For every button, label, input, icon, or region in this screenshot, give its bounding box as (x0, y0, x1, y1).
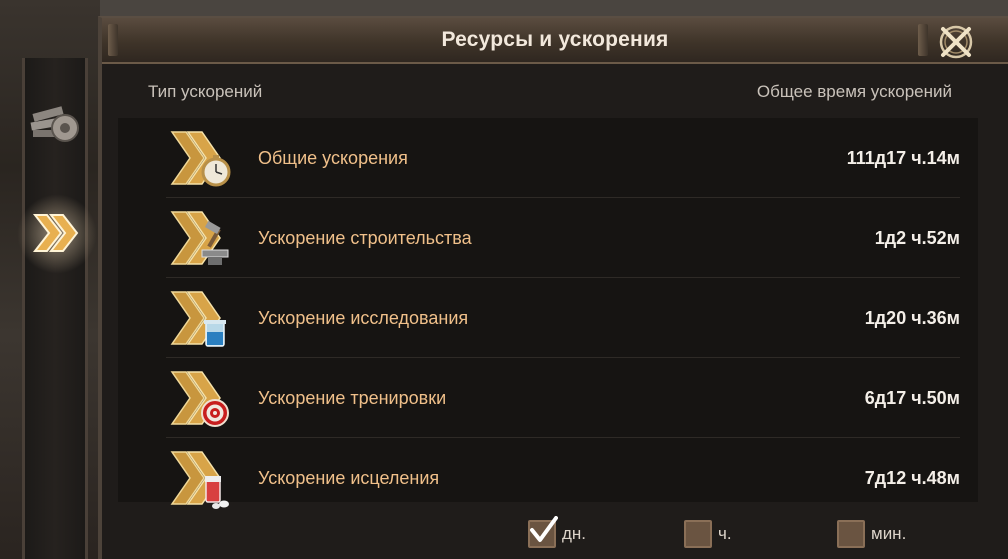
checkbox-box[interactable] (837, 520, 865, 548)
checkbox-box[interactable] (684, 520, 712, 548)
checkbox-box[interactable] (528, 516, 558, 548)
side-tab-resources[interactable] (25, 88, 85, 158)
list-item-label: Ускорение исследования (258, 308, 469, 328)
filter-hours-checkbox[interactable]: ч. (684, 518, 732, 550)
target-icon (170, 371, 229, 427)
filter-label: дн. (562, 524, 587, 543)
filter-minutes-checkbox[interactable]: мин. (837, 518, 906, 550)
checkmark-icon (530, 516, 558, 542)
list-item-value: 111д17 ч.14м (846, 147, 960, 168)
list-item-value: 1д20 ч.36м (864, 307, 960, 328)
filter-label: ч. (718, 524, 732, 543)
time-unit-filters: дн. ч. мин. (102, 516, 1008, 556)
list-item-label: Ускорение тренировки (258, 388, 447, 408)
header-ornament-right (918, 24, 928, 56)
medicine-icon (170, 451, 229, 509)
list-item-healing[interactable]: Ускорение исцеления 7д12 ч.48м (166, 438, 960, 518)
list-item-label: Общие ускорения (258, 148, 408, 168)
filter-label: мин. (871, 524, 907, 543)
list-item-value: 1д2 ч.52м (874, 227, 960, 248)
column-header-type: Тип ускорений (148, 82, 263, 101)
modal-header: Ресурсы и ускорения (102, 18, 1008, 64)
list-item-value: 7д12 ч.48м (864, 467, 960, 488)
side-tab-column (17, 58, 97, 559)
list-item-construction[interactable]: Ускорение строительства 1д2 ч.52м (166, 198, 960, 278)
list-item-general[interactable]: Общие ускорения 111д17 ч.14м (166, 118, 960, 198)
modal-title: Ресурсы и ускорения (441, 28, 669, 51)
list-item-label: Ускорение исцеления (258, 468, 440, 488)
speedup-chevrons-icon (32, 214, 79, 252)
list-item-value: 6д17 ч.50м (864, 387, 960, 408)
side-tab-speedups[interactable] (17, 194, 97, 274)
column-header-total: Общее время ускорений (756, 82, 952, 101)
resources-icon (30, 106, 79, 142)
anvil-hammer-icon (170, 211, 229, 265)
list-item-research[interactable]: Ускорение исследования 1д20 ч.36м (166, 278, 960, 358)
close-icon (939, 25, 973, 59)
filter-days-checkbox[interactable]: дн. (528, 516, 587, 550)
list-item-training[interactable]: Ускорение тренировки 6д17 ч.50м (166, 358, 960, 438)
speedups-modal: Ресурсы и ускорения Тип ускорений Общее … (98, 16, 1008, 559)
stopwatch-icon (170, 131, 231, 187)
beaker-icon (170, 291, 226, 347)
speedups-list: Общие ускорения 111д17 ч.14м Ускорение с… (118, 118, 978, 509)
close-button[interactable] (936, 22, 976, 62)
list-item-label: Ускорение строительства (258, 228, 472, 248)
